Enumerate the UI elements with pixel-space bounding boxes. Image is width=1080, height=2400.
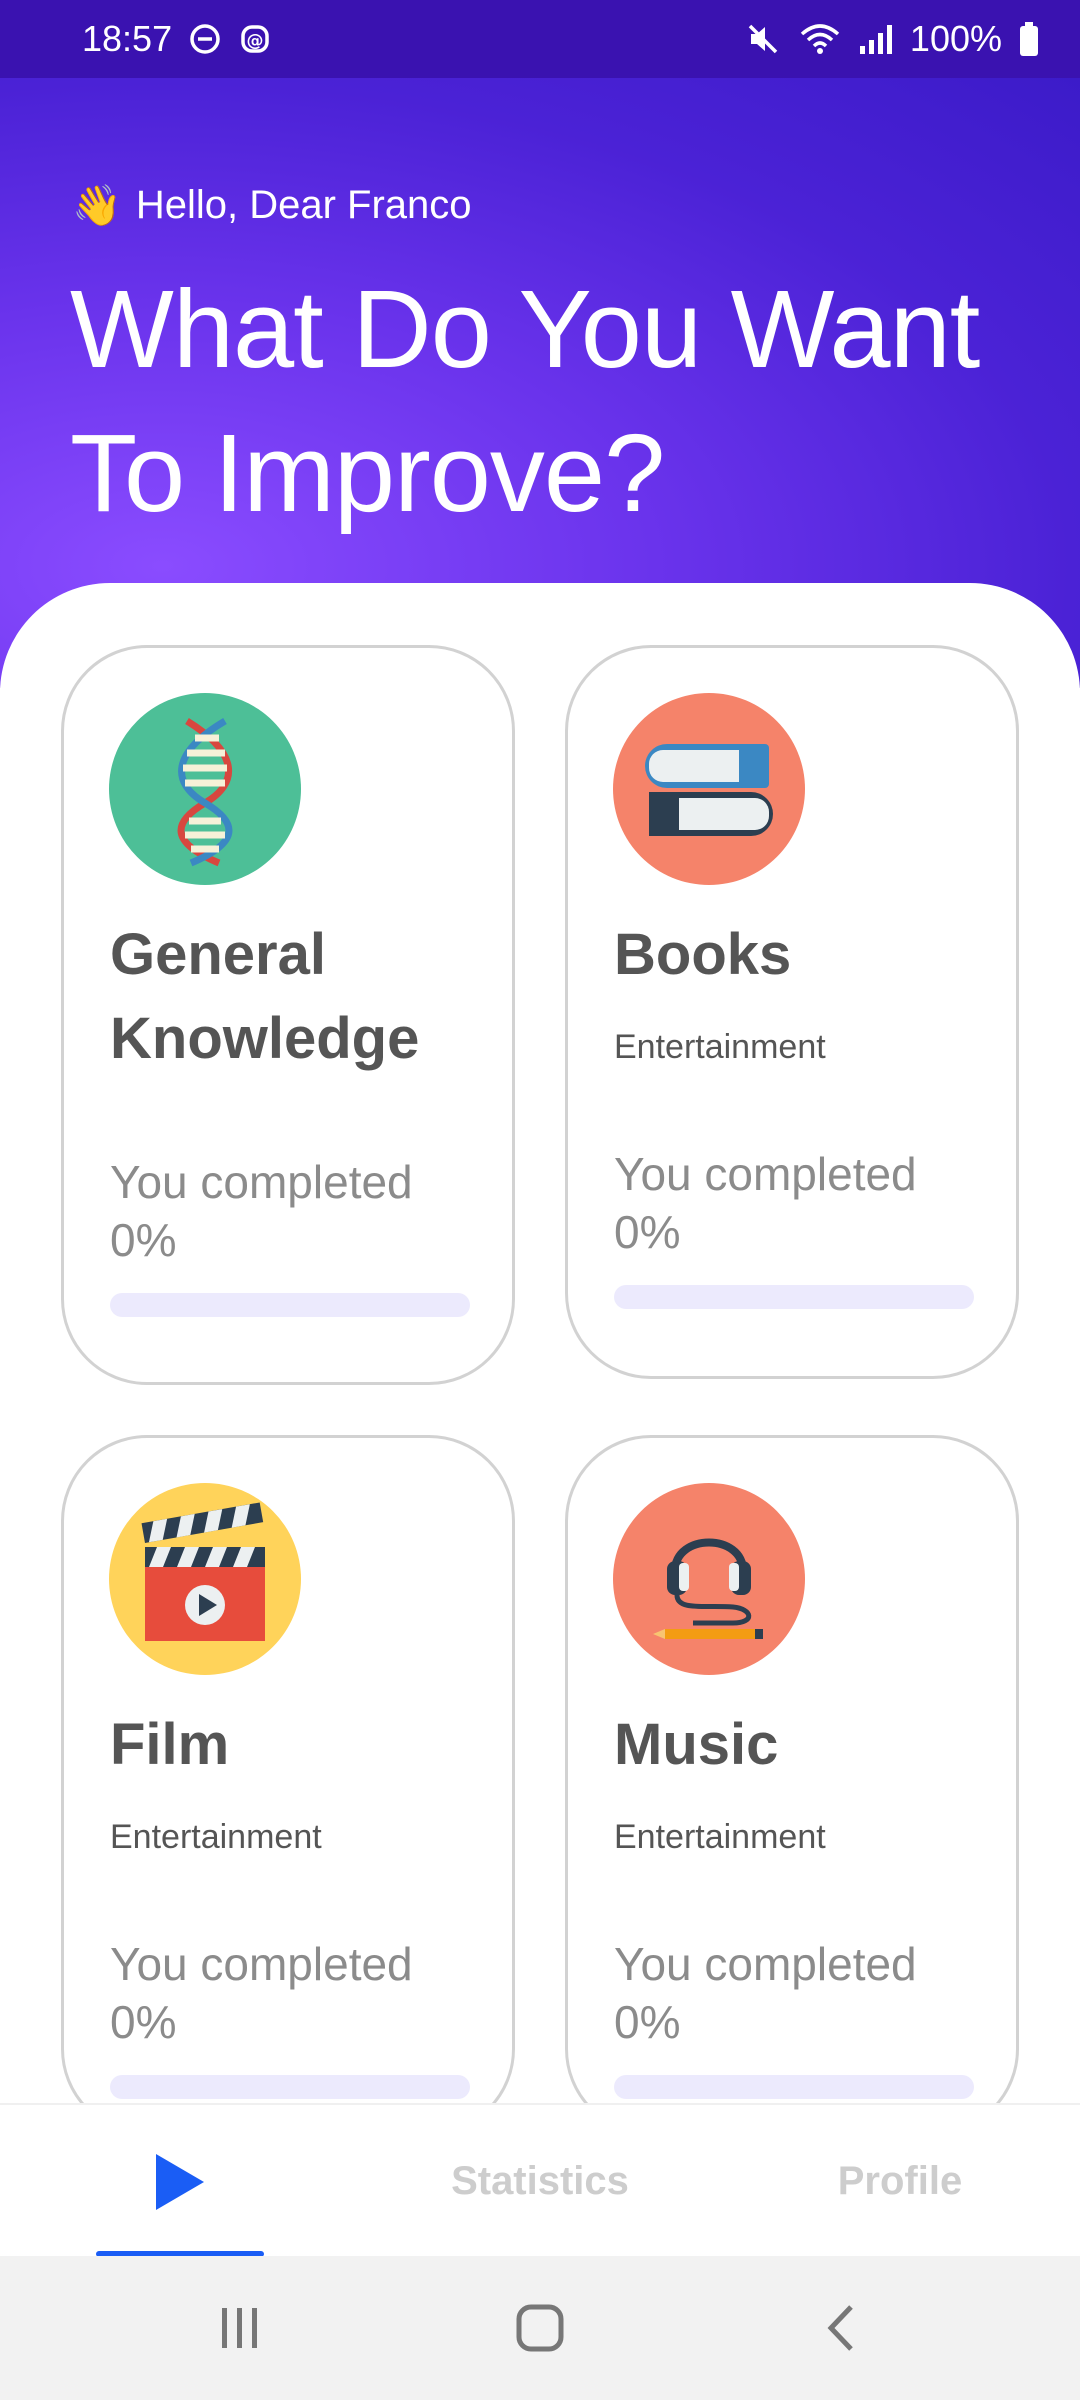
tab-statistics[interactable]: Statistics xyxy=(420,2105,660,2258)
screen: 18:57 @ 100% 👋 Hello, Dear Franco What D… xyxy=(0,0,1080,2400)
category-card-books[interactable]: Books Entertainment You completed 0% xyxy=(565,645,1019,1379)
progress-value: 0% xyxy=(614,1996,681,2048)
progress-label: You completed xyxy=(110,1938,413,1990)
status-right: 100% xyxy=(744,18,1040,60)
category-card-film[interactable]: Film Entertainment You completed 0% xyxy=(61,1435,515,2135)
card-title-line-2: Knowledge xyxy=(110,1006,420,1071)
card-title: General Knowledge xyxy=(110,913,419,1081)
battery-icon xyxy=(1018,21,1040,57)
clapperboard-icon xyxy=(109,1483,301,1675)
back-button[interactable] xyxy=(780,2256,900,2400)
card-subtitle: Entertainment xyxy=(614,1818,826,1856)
category-card-general-knowledge[interactable]: General Knowledge You completed 0% xyxy=(61,645,515,1385)
page-title-line-2: To Improve? xyxy=(70,412,665,535)
tab-play[interactable] xyxy=(96,2105,264,2258)
status-time: 18:57 xyxy=(82,18,173,59)
progress-value: 0% xyxy=(614,1206,681,1258)
card-title-line-1: General xyxy=(110,922,326,987)
home-button[interactable] xyxy=(480,2256,600,2400)
progress-bar xyxy=(614,2075,974,2099)
category-card-music[interactable]: Music Entertainment You completed 0% xyxy=(565,1435,1019,2135)
progress-text: You completed 0% xyxy=(110,1153,413,1269)
status-left: 18:57 @ xyxy=(82,18,272,60)
page-title-line-1: What Do You Want xyxy=(70,268,980,391)
status-bar: 18:57 @ 100% xyxy=(0,0,1080,78)
progress-bar xyxy=(614,1285,974,1309)
card-title: Books xyxy=(614,922,792,987)
progress-value: 0% xyxy=(110,1996,177,2048)
waving-hand-icon: 👋 xyxy=(72,184,122,228)
tab-statistics-label: Statistics xyxy=(451,2159,629,2203)
progress-text: You completed 0% xyxy=(614,1145,917,1261)
progress-value: 0% xyxy=(110,1214,177,1266)
recent-apps-button[interactable] xyxy=(180,2256,300,2400)
progress-bar xyxy=(110,1293,470,1317)
battery-percent: 100% xyxy=(909,18,1002,59)
card-subtitle: Entertainment xyxy=(110,1818,322,1856)
do-not-disturb-icon xyxy=(188,22,222,56)
progress-label: You completed xyxy=(110,1156,413,1208)
card-title: Film xyxy=(110,1712,230,1777)
page-title: What Do You Want To Improve? xyxy=(70,258,1030,546)
progress-text: You completed 0% xyxy=(110,1935,413,2051)
play-icon xyxy=(156,2153,204,2210)
progress-bar xyxy=(110,2075,470,2099)
recent-apps-icon xyxy=(222,2308,257,2348)
app-notification-icon: @ xyxy=(238,22,272,56)
progress-text: You completed 0% xyxy=(614,1935,917,2051)
tab-profile-label: Profile xyxy=(837,2159,963,2203)
back-icon xyxy=(827,2305,853,2351)
progress-label: You completed xyxy=(614,1938,917,1990)
mute-icon xyxy=(744,20,782,58)
svg-text:@: @ xyxy=(247,31,264,51)
home-icon xyxy=(516,2304,564,2352)
system-nav-bar xyxy=(0,2256,1080,2400)
progress-label: You completed xyxy=(614,1148,917,1200)
dna-icon xyxy=(109,693,301,885)
signal-icon xyxy=(858,22,894,56)
card-subtitle: Entertainment xyxy=(614,1028,826,1066)
books-icon xyxy=(613,693,805,885)
wifi-icon xyxy=(798,20,842,58)
bottom-tab-bar: Statistics Profile xyxy=(0,2103,1080,2258)
greeting-text: Hello, Dear Franco xyxy=(135,183,472,227)
headphones-icon xyxy=(613,1483,805,1675)
tab-profile[interactable]: Profile xyxy=(800,2105,1000,2258)
greeting: 👋 Hello, Dear Franco xyxy=(72,182,472,229)
card-title: Music xyxy=(614,1712,779,1777)
